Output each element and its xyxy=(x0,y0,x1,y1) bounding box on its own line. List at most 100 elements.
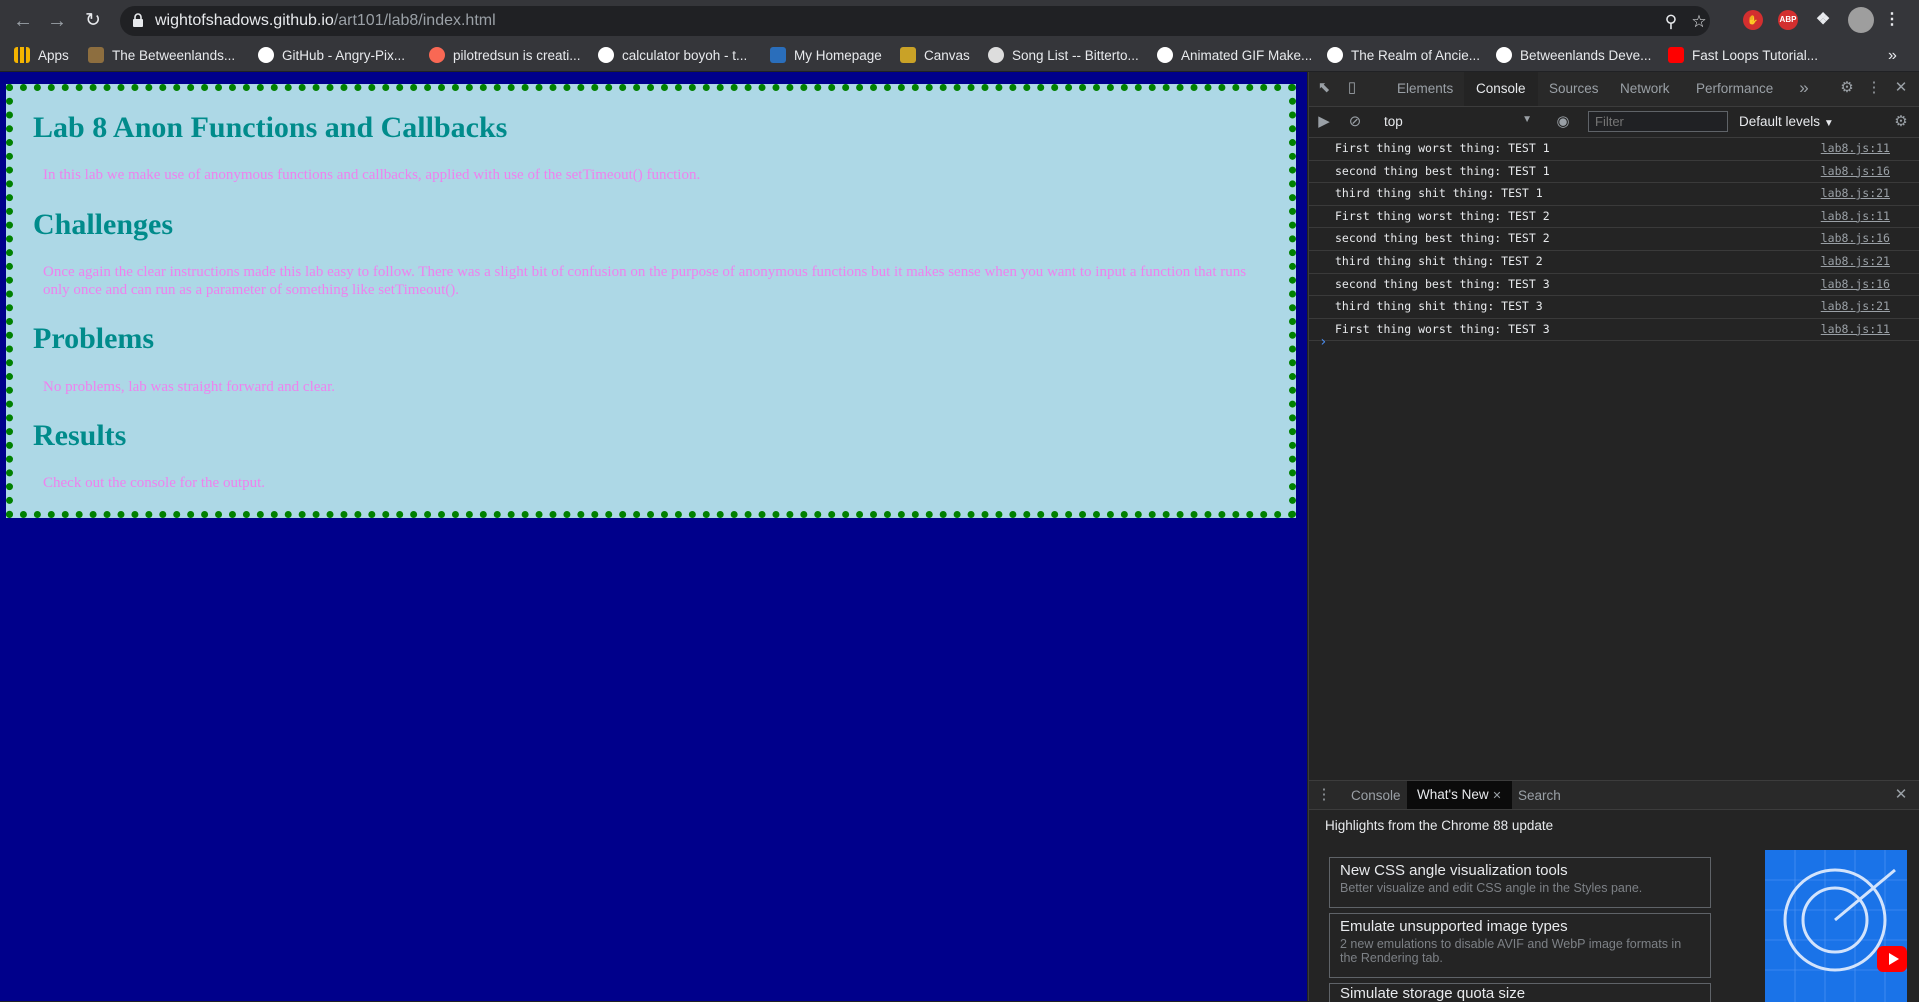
console-toolbar: ▶ ⊘ top ▼ ◉ Default levels ▼ ⚙ xyxy=(1309,107,1919,138)
log-source-link[interactable]: lab8.js:16 xyxy=(1821,274,1890,295)
challenges-heading: Challenges xyxy=(33,208,174,241)
log-message: second thing best thing: TEST 1 xyxy=(1335,163,1550,178)
patreon-icon xyxy=(429,47,445,63)
drawer-tab-search[interactable]: Search xyxy=(1518,788,1561,803)
log-source-link[interactable]: lab8.js:21 xyxy=(1821,296,1890,317)
bookmark-github-angry-pix[interactable]: GitHub - Angry-Pix... xyxy=(258,47,405,65)
bookmark-canvas[interactable]: Canvas xyxy=(900,47,970,65)
whats-new-headline: Highlights from the Chrome 88 update xyxy=(1325,818,1554,833)
address-bar[interactable]: wightofshadows.github.io/art101/lab8/ind… xyxy=(120,6,1710,36)
reload-icon[interactable]: ↻ xyxy=(80,8,106,34)
log-levels-label: Default levels xyxy=(1739,114,1821,129)
card-description: 2 new emulations to disable AVIF and Web… xyxy=(1340,937,1682,965)
context-select[interactable]: top ▼ xyxy=(1384,114,1532,130)
console-row: third thing shit thing: TEST 2 lab8.js:21 xyxy=(1309,251,1919,274)
log-source-link[interactable]: lab8.js:11 xyxy=(1821,206,1890,227)
settings-gear-icon[interactable]: ⚙ xyxy=(1838,79,1856,97)
console-row: First thing worst thing: TEST 3 lab8.js:1… xyxy=(1309,319,1919,342)
adblock-label: ABP xyxy=(1779,15,1797,24)
tab-performance[interactable]: Performance xyxy=(1696,81,1773,96)
lock-icon xyxy=(133,13,143,27)
bookmarks-bar: Apps The Betweenlands... GitHub - Angry-… xyxy=(0,41,1919,72)
more-tabs-chevron-icon[interactable]: » xyxy=(1795,79,1813,97)
log-source-link[interactable]: lab8.js:16 xyxy=(1821,161,1890,182)
problems-heading: Problems xyxy=(33,322,155,355)
css-angle-illustration-icon xyxy=(1765,850,1907,1002)
bookmark-label: The Betweenlands... xyxy=(112,48,236,63)
devtools-tab-bar: ⬉ ▯ Elements Console Sources Network Per… xyxy=(1309,72,1919,107)
bookmark-star-icon[interactable]: ☆ xyxy=(1690,13,1708,31)
more-bookmarks-chevron-icon[interactable]: » xyxy=(1888,47,1897,65)
bookmark-my-homepage[interactable]: My Homepage xyxy=(770,47,882,65)
devtools-menu-icon[interactable]: ⋮ xyxy=(1865,79,1883,97)
bookmark-realm[interactable]: The Realm of Ancie... xyxy=(1327,47,1480,65)
card-description: Better visualize and edit CSS angle in t… xyxy=(1340,881,1643,895)
intro-paragraph: In this lab we make use of anonymous fun… xyxy=(43,167,701,183)
bookmark-apps[interactable]: Apps xyxy=(14,47,69,65)
log-message: First thing worst thing: TEST 3 xyxy=(1335,321,1550,336)
adblock-plus-icon[interactable]: ABP xyxy=(1778,10,1798,30)
whats-new-card[interactable]: New CSS angle visualization tools Better… xyxy=(1329,857,1711,908)
tab-elements[interactable]: Elements xyxy=(1397,81,1453,96)
results-paragraph: Check out the console for the output. xyxy=(43,475,266,491)
extension-red-hand-icon[interactable]: ✋ xyxy=(1743,10,1763,30)
console-row: third thing shit thing: TEST 3 lab8.js:21 xyxy=(1309,296,1919,319)
clear-console-icon[interactable]: ⊘ xyxy=(1346,113,1364,131)
browser-menu-icon[interactable]: ⋮ xyxy=(1882,10,1902,30)
device-toolbar-icon[interactable]: ▯ xyxy=(1343,79,1361,97)
page-title: Lab 8 Anon Functions and Callbacks xyxy=(33,111,508,144)
bookmark-label: Fast Loops Tutorial... xyxy=(1692,48,1819,63)
song-list-icon xyxy=(988,47,1004,63)
bookmark-calculator[interactable]: calculator boyoh - t... xyxy=(598,47,747,65)
bookmark-betweenlands-dev[interactable]: Betweenlands Deve... xyxy=(1496,47,1651,65)
log-message: second thing best thing: TEST 3 xyxy=(1335,276,1550,291)
log-source-link[interactable]: lab8.js:21 xyxy=(1821,183,1890,204)
betweenlands-icon xyxy=(88,47,104,63)
console-filter-input[interactable] xyxy=(1588,111,1728,132)
log-source-link[interactable]: lab8.js:16 xyxy=(1821,228,1890,249)
whats-new-card[interactable]: Simulate storage quota size xyxy=(1329,983,1711,1002)
drawer-tab-console[interactable]: Console xyxy=(1351,788,1401,803)
console-prompt-chevron-icon[interactable]: › xyxy=(1319,334,1327,350)
live-expression-eye-icon[interactable]: ◉ xyxy=(1554,113,1572,131)
show-sidebar-icon[interactable]: ▶ xyxy=(1315,113,1333,131)
console-row: third thing shit thing: TEST 1 lab8.js:21 xyxy=(1309,183,1919,206)
lab-content-card: Lab 8 Anon Functions and Callbacks In th… xyxy=(6,84,1296,518)
console-row: First thing worst thing: TEST 2 lab8.js:1… xyxy=(1309,206,1919,229)
drawer-tab-whats-new[interactable]: What's New ✕ xyxy=(1407,781,1512,809)
inspect-element-icon[interactable]: ⬉ xyxy=(1315,79,1333,97)
close-drawer-icon[interactable]: ✕ xyxy=(1892,786,1910,804)
bookmark-label: pilotredsun is creati... xyxy=(453,48,581,63)
bookmark-fast-loops[interactable]: Fast Loops Tutorial... xyxy=(1668,47,1818,65)
chrome-88-promo-image[interactable] xyxy=(1765,850,1907,1002)
bookmark-gif-maker[interactable]: Animated GIF Make... xyxy=(1157,47,1312,65)
profile-avatar[interactable] xyxy=(1848,7,1874,33)
bookmark-label: calculator boyoh - t... xyxy=(622,48,748,63)
tab-sources[interactable]: Sources xyxy=(1549,81,1599,96)
bookmark-label: Animated GIF Make... xyxy=(1181,48,1313,63)
browser-toolbar: ← → ↻ wightofshadows.github.io/art101/la… xyxy=(0,0,1919,41)
bookmark-betweenlands[interactable]: The Betweenlands... xyxy=(88,47,235,65)
log-message: third thing shit thing: TEST 2 xyxy=(1335,253,1543,268)
bookmark-song-list[interactable]: Song List -- Bitterto... xyxy=(988,47,1139,65)
card-title: New CSS angle visualization tools xyxy=(1340,862,1568,879)
extensions-puzzle-icon[interactable]: ❖ xyxy=(1813,10,1833,30)
tab-console[interactable]: Console xyxy=(1464,72,1538,106)
close-tab-icon[interactable]: ✕ xyxy=(1492,790,1501,802)
log-source-link[interactable]: lab8.js:11 xyxy=(1821,138,1890,159)
log-source-link[interactable]: lab8.js:21 xyxy=(1821,251,1890,272)
bookmark-label: The Realm of Ancie... xyxy=(1351,48,1481,63)
drawer-menu-icon[interactable]: ⋮ xyxy=(1315,786,1333,804)
back-arrow-icon[interactable]: ← xyxy=(10,8,36,34)
whats-new-card[interactable]: Emulate unsupported image types 2 new em… xyxy=(1329,913,1711,978)
forward-arrow-icon[interactable]: → xyxy=(44,8,70,34)
zoom-magnifier-icon[interactable]: ⚲ xyxy=(1662,13,1680,31)
github-icon xyxy=(258,47,274,63)
console-settings-gear-icon[interactable]: ⚙ xyxy=(1892,113,1910,131)
bookmark-pilotredsun[interactable]: pilotredsun is creati... xyxy=(429,47,581,65)
log-levels-dropdown[interactable]: Default levels ▼ xyxy=(1739,114,1834,129)
log-source-link[interactable]: lab8.js:11 xyxy=(1821,319,1890,340)
tab-network[interactable]: Network xyxy=(1620,81,1670,96)
bookmark-label: Canvas xyxy=(924,48,970,63)
close-devtools-icon[interactable]: ✕ xyxy=(1892,79,1910,97)
